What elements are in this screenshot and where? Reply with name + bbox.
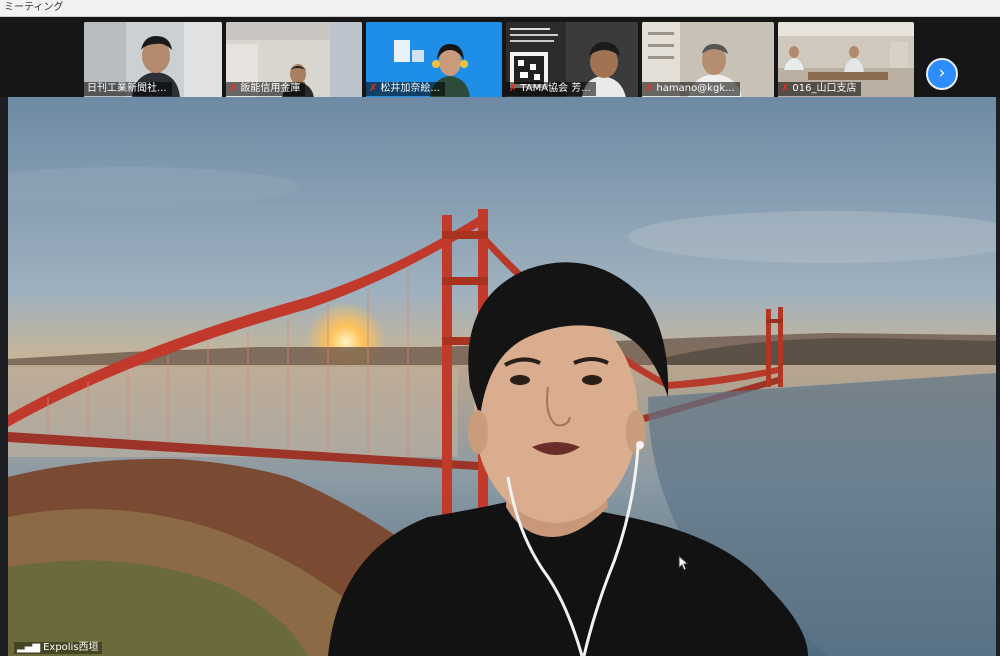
muted-mic-icon: ✗ — [781, 83, 790, 94]
participant-name-label: ✗ 飯能信用金庫 — [226, 82, 306, 96]
participant-tile[interactable]: ✗ 016_山口支店 — [778, 22, 914, 98]
participant-tile[interactable]: ✗ 松井加奈絵... — [366, 22, 502, 98]
participant-tile[interactable]: ✗ 飯能信用金庫 — [226, 22, 362, 98]
window-title: ミーティング — [4, 2, 64, 13]
active-speaker-name: Expolis西垣 — [43, 642, 99, 653]
active-speaker-video: ▂▄▆ Expolis西垣 — [8, 97, 996, 656]
participant-name: 松井加奈絵... — [380, 83, 440, 94]
signal-icon: ▂▄▆ — [17, 642, 41, 653]
muted-mic-icon: ✗ — [509, 83, 518, 94]
participant-name: 日刊工業新聞社... — [87, 83, 167, 94]
next-page-button[interactable]: › — [926, 58, 958, 90]
participant-tile[interactable]: ✗ hamano@kgk... — [642, 22, 774, 98]
participant-gallery: 日刊工業新聞社... ✗ 飯能信用金庫 ✗ 松井加奈絵... ✗ TAMA協会 … — [0, 17, 1000, 98]
participant-name: TAMA協会 芳... — [520, 83, 591, 94]
participant-name: hamano@kgk... — [656, 83, 735, 94]
active-speaker-name-label: ▂▄▆ Expolis西垣 — [14, 642, 102, 654]
participant-name-label: ✗ 016_山口支店 — [778, 82, 862, 96]
participant-tile[interactable]: ✗ TAMA協会 芳... — [506, 22, 638, 98]
muted-mic-icon: ✗ — [369, 83, 378, 94]
participant-name-label: ✗ TAMA協会 芳... — [506, 82, 596, 96]
muted-mic-icon: ✗ — [645, 83, 654, 94]
window-titlebar: ミーティング — [0, 0, 1000, 17]
virtual-background — [8, 97, 996, 656]
participant-tile[interactable]: 日刊工業新聞社... — [84, 22, 222, 98]
participant-name-label: 日刊工業新聞社... — [84, 82, 172, 96]
muted-mic-icon: ✗ — [229, 83, 238, 94]
chevron-right-icon: › — [938, 63, 946, 83]
participant-name-label: ✗ hamano@kgk... — [642, 82, 740, 96]
participant-name-label: ✗ 松井加奈絵... — [366, 82, 445, 96]
participant-name: 飯能信用金庫 — [240, 83, 301, 94]
participant-name: 016_山口支店 — [792, 83, 857, 94]
